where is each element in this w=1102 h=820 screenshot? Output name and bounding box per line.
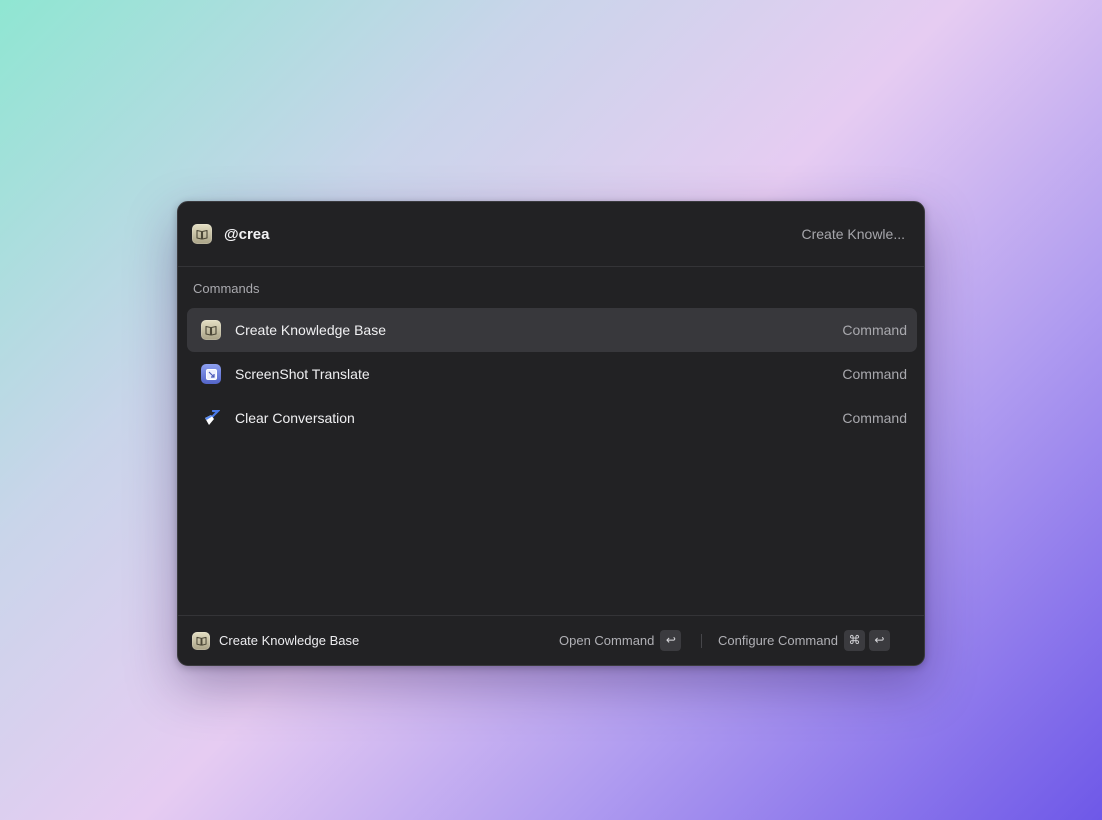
configure-command-label: Configure Command (718, 632, 838, 648)
command-label: Create Knowledge Base (235, 322, 386, 338)
command-item-create-knowledge-base[interactable]: Create Knowledge Base Command (187, 308, 917, 352)
section-title: Commands (193, 281, 260, 296)
book-icon (192, 224, 212, 244)
command-label: Clear Conversation (235, 410, 355, 426)
book-icon (192, 632, 210, 650)
command-palette: Create Knowle... Commands Create Knowled… (177, 201, 925, 666)
command-item-screenshot-translate[interactable]: ScreenShot Translate Command (187, 352, 917, 396)
command-type: Command (842, 322, 907, 338)
enter-key-icon: ↩ (660, 629, 682, 651)
screenshot-icon (201, 364, 221, 384)
search-hint: Create Knowle... (801, 226, 906, 242)
enter-key-icon: ↩ (868, 629, 890, 651)
broom-icon (201, 408, 221, 428)
configure-command-button[interactable]: Configure Command ⌘ ↩ (718, 629, 890, 651)
open-command-label: Open Command (559, 632, 655, 648)
command-label: ScreenShot Translate (235, 366, 370, 382)
command-list: Create Knowledge Base Command ScreenShot… (187, 308, 917, 440)
open-command-button[interactable]: Open Command ↩ (559, 629, 682, 651)
footer-bar: Create Knowledge Base Open Command ↩ Con… (178, 615, 924, 665)
selected-command-label: Create Knowledge Base (219, 633, 360, 648)
search-input[interactable] (224, 223, 724, 245)
command-item-clear-conversation[interactable]: Clear Conversation Command (187, 396, 917, 440)
command-key-icon: ⌘ (843, 629, 865, 651)
book-icon (201, 320, 221, 340)
command-type: Command (842, 366, 907, 382)
footer-divider (701, 634, 702, 648)
command-type: Command (842, 410, 907, 426)
search-bar: Create Knowle... (178, 202, 924, 267)
